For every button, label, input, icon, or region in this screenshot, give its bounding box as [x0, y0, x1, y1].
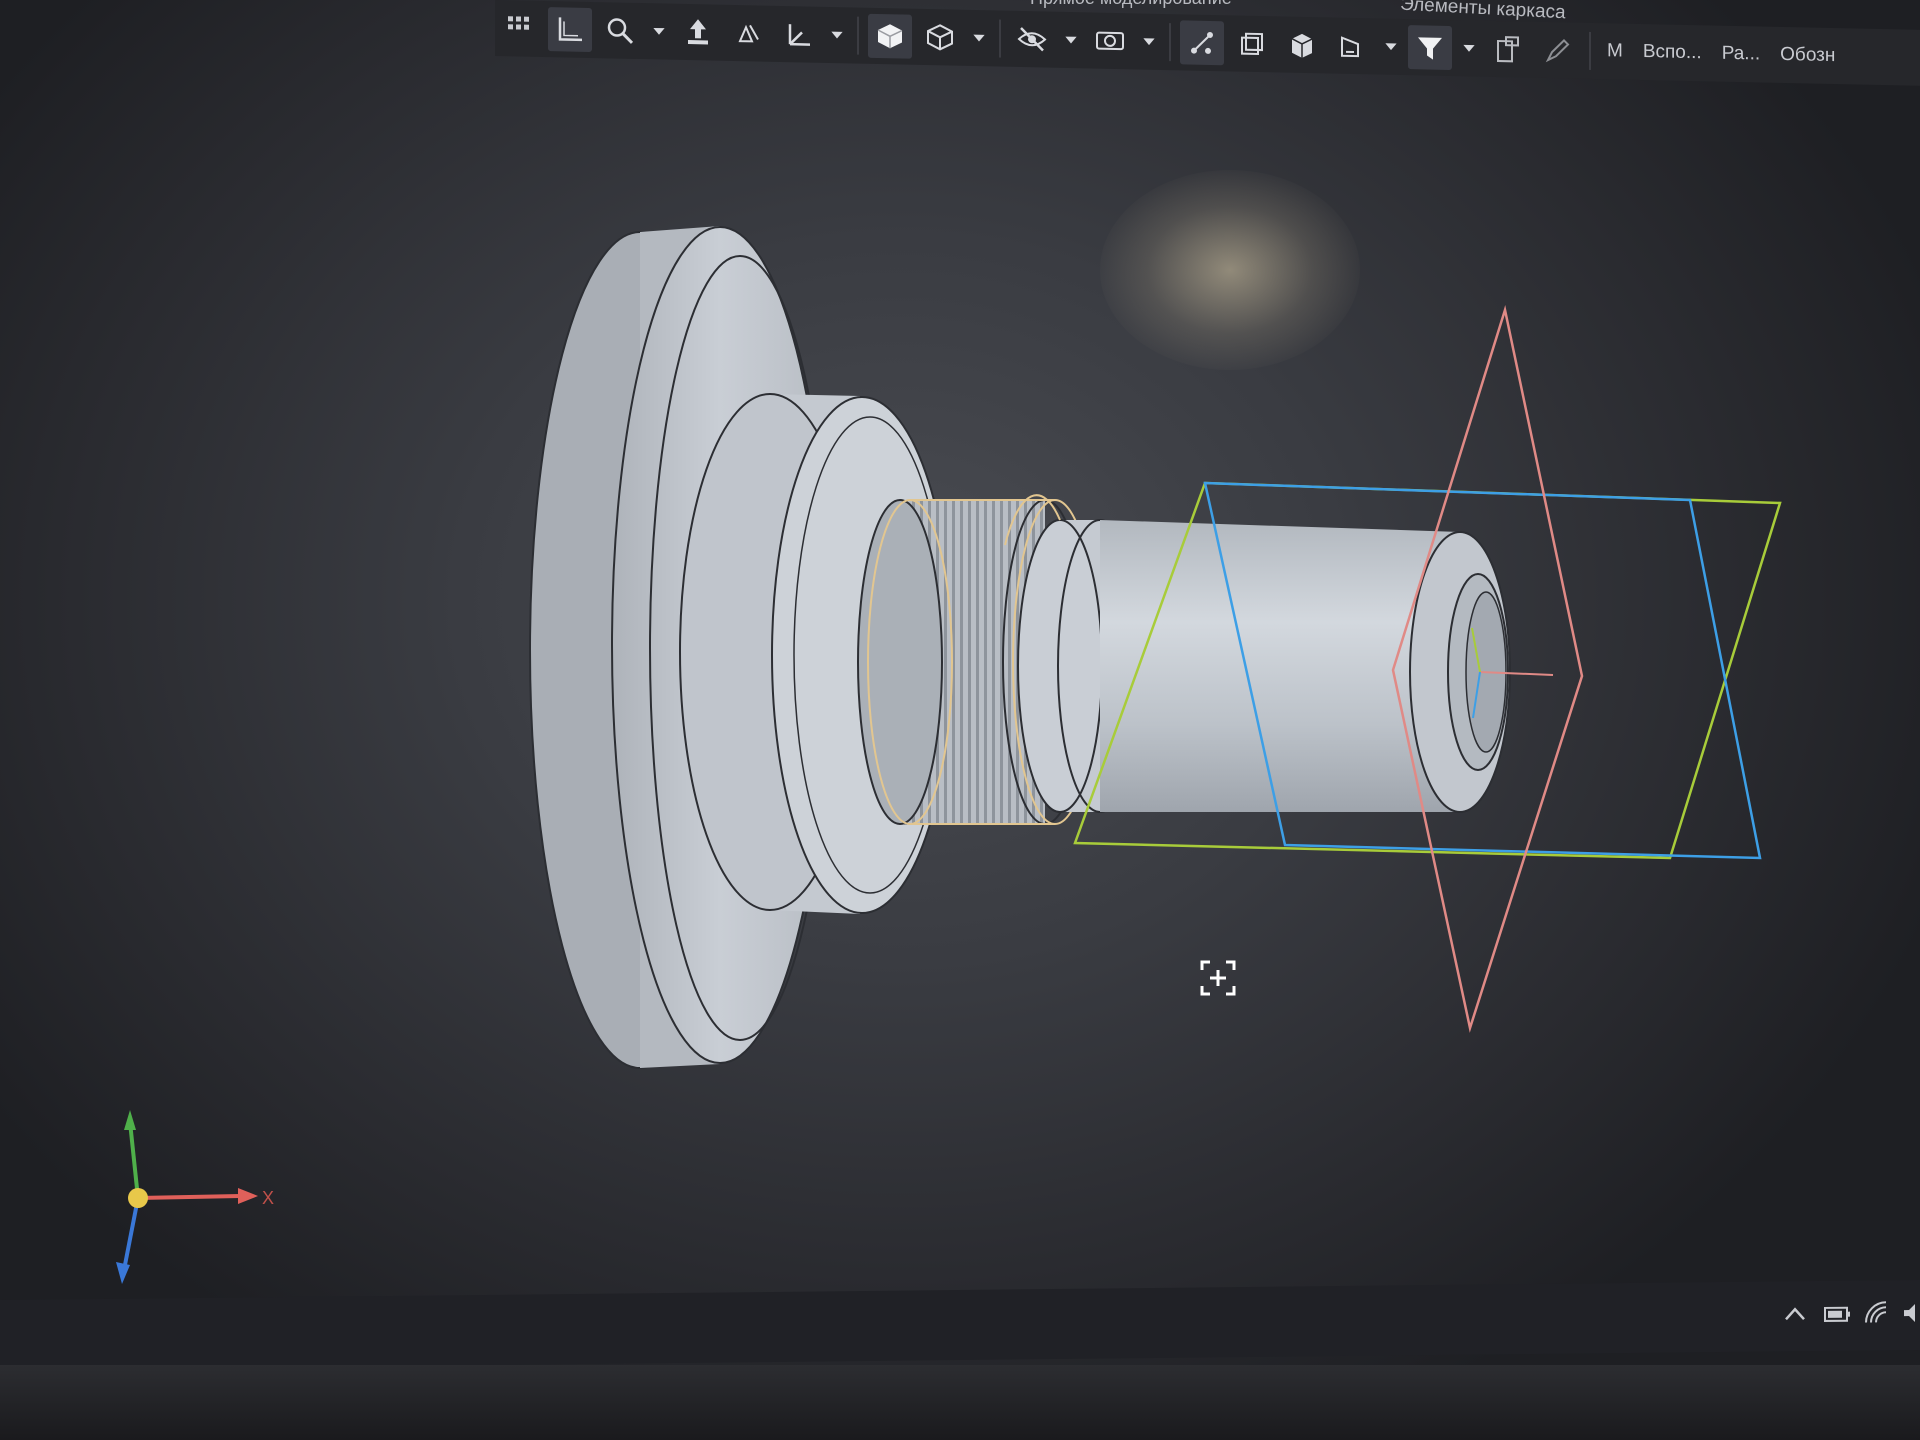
- rotate-icon[interactable]: [726, 11, 770, 56]
- shaded-view-icon[interactable]: [868, 13, 912, 59]
- local-cs-icon[interactable]: [548, 7, 592, 53]
- hide-icon[interactable]: [1010, 17, 1054, 62]
- axis-x-label: X: [262, 1188, 274, 1208]
- ribbon-title: Прямое моделирование: [1030, 0, 1232, 9]
- cad-screen: М Вспо... Ра... Обозн Прямое моделирован…: [0, 0, 1920, 1440]
- move-icon[interactable]: [676, 10, 720, 55]
- zoom-icon[interactable]: [598, 8, 642, 53]
- wifi-icon[interactable]: [1862, 1298, 1892, 1328]
- wireframe-view-icon[interactable]: [918, 15, 962, 60]
- view-mode-dropdown-icon[interactable]: [968, 16, 990, 60]
- toolbar-divider: [857, 16, 859, 55]
- axis-triad: X: [116, 1110, 274, 1284]
- orientation-icon[interactable]: [776, 12, 820, 57]
- grid-menu-icon[interactable]: [498, 6, 542, 51]
- chevron-up-icon[interactable]: [1780, 1299, 1810, 1329]
- toolbar-divider: [999, 19, 1001, 58]
- battery-icon[interactable]: [1822, 1299, 1852, 1329]
- zoom-to-fit-cursor-icon: [1200, 960, 1236, 996]
- shaft-cylinder[interactable]: [1100, 520, 1511, 813]
- volume-icon[interactable]: [1900, 1298, 1920, 1328]
- orientation-dropdown-icon[interactable]: [826, 13, 848, 57]
- zoom-dropdown-icon[interactable]: [648, 9, 670, 53]
- monitor-bezel: [0, 1365, 1920, 1440]
